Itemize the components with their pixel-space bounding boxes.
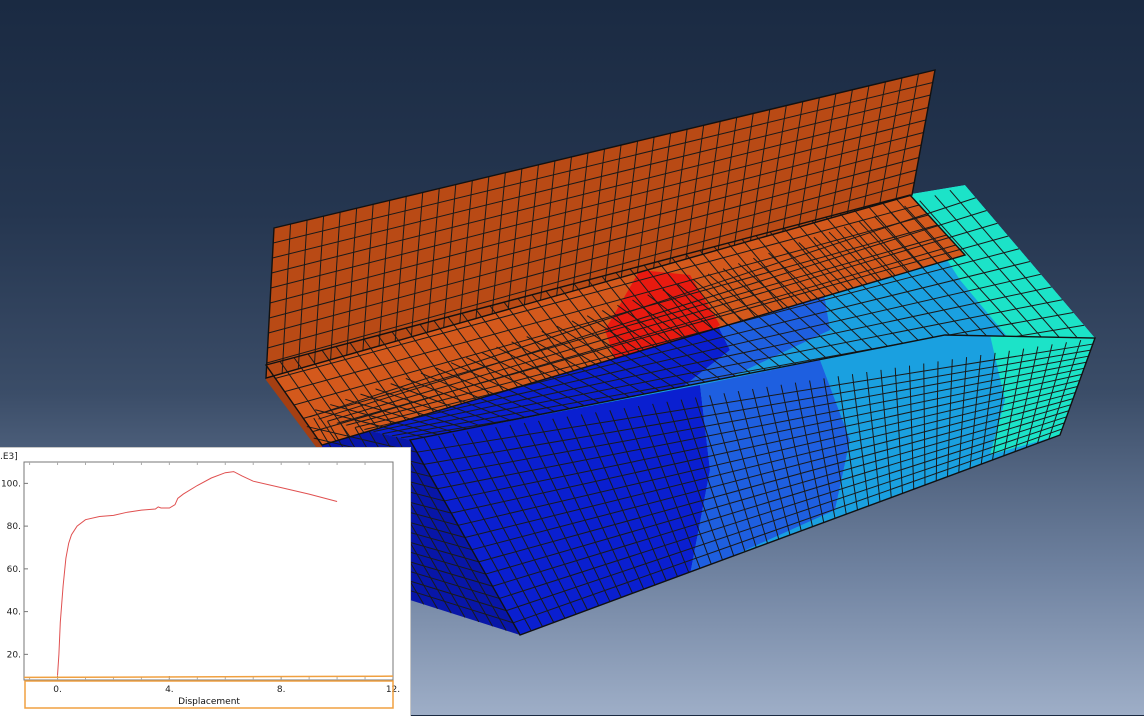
- x-tick-label: 0.: [53, 685, 62, 695]
- y-tick-label: 40.: [7, 608, 21, 618]
- y-tick-label: 60.: [7, 565, 21, 575]
- y-tick-label: 100.: [1, 479, 21, 489]
- force-displacement-chart[interactable]: .E3] 20.40.60.80.100. 0. 4. 8. 12. Displace…: [0, 448, 410, 716]
- plot-frame: [23, 461, 394, 681]
- y-tick-label: 80.: [7, 522, 21, 532]
- x-tick-label: 4.: [165, 685, 174, 695]
- xy-plot-panel[interactable]: .E3] 20. 40. 60. 80. 100. 0. 4. 8. 12. Displace…: [0, 447, 411, 716]
- x-tick-label: 8.: [277, 685, 286, 695]
- series-line-force: [57, 471, 338, 676]
- y-tick-label: 20.: [7, 650, 21, 660]
- y-unit-label: .E3]: [0, 452, 18, 462]
- axis-highlight-line: [23, 675, 394, 679]
- x-axis-ticks: 0. 4. 8. 12.: [29, 462, 400, 695]
- x-axis-title: Displacement: [178, 697, 240, 707]
